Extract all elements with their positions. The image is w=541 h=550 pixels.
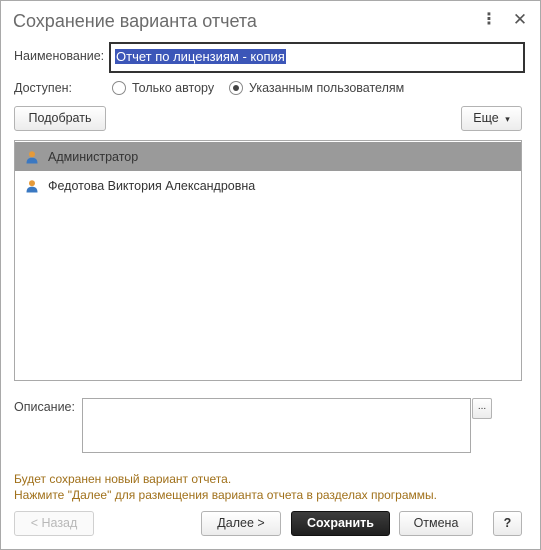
save-button[interactable]: Сохранить	[291, 511, 390, 536]
list-item[interactable]: Федотова Виктория Александровна	[15, 171, 521, 200]
users-list[interactable]: Администратор Федотова Виктория Александ…	[14, 140, 522, 381]
radio-author-label: Только автору	[132, 81, 215, 95]
radio-author-only[interactable]: Только автору	[112, 79, 214, 97]
more-menu-icon[interactable]: ⋮	[479, 9, 499, 31]
more-button[interactable]: Еще ▾	[461, 106, 522, 131]
user-name: Федотова Виктория Александровна	[48, 178, 256, 193]
next-button[interactable]: Далее >	[201, 511, 281, 536]
list-item[interactable]: Администратор	[15, 142, 521, 171]
help-button[interactable]: ?	[493, 511, 522, 536]
cancel-button[interactable]: Отмена	[399, 511, 473, 536]
name-input-value: Отчет по лицензиям - копия	[115, 49, 286, 64]
chevron-down-icon: ▾	[505, 114, 510, 124]
pick-button[interactable]: Подобрать	[14, 106, 106, 131]
radio-users-label: Указанным пользователям	[249, 81, 405, 95]
name-label: Наименование:	[14, 49, 105, 63]
dialog-title: Сохранение варианта отчета	[13, 11, 257, 31]
radio-circle-checked	[229, 81, 243, 95]
available-label: Доступен:	[14, 81, 73, 95]
info-note-line2: Нажмите "Далее" для размещения варианта …	[14, 488, 437, 502]
info-note-line1: Будет сохранен новый вариант отчета.	[14, 472, 232, 486]
more-button-label: Еще	[473, 111, 499, 125]
back-button[interactable]: < Назад	[14, 511, 94, 536]
name-input[interactable]: Отчет по лицензиям - копия	[109, 42, 525, 73]
close-icon[interactable]: ✕	[510, 9, 530, 31]
description-textarea[interactable]	[82, 398, 471, 453]
user-name: Администратор	[48, 149, 139, 164]
radio-specified-users[interactable]: Указанным пользователям	[229, 79, 404, 97]
user-icon	[25, 179, 39, 193]
report-variant-dialog: Сохранение варианта отчета ⋮ ✕ Наименова…	[0, 0, 541, 550]
description-select-button[interactable]: ...	[472, 398, 492, 419]
user-icon	[25, 150, 39, 164]
radio-circle	[112, 81, 126, 95]
description-label: Описание:	[14, 400, 75, 414]
